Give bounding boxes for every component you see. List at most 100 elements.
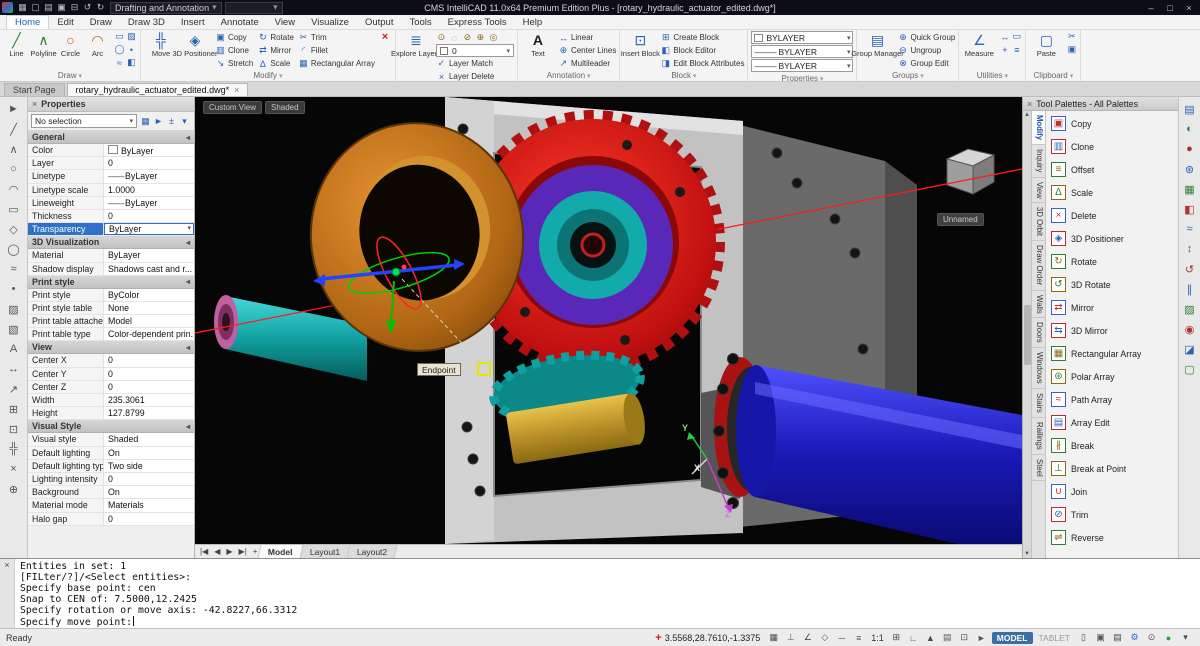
list-icon[interactable]: ≡ [1011,44,1022,55]
erase-icon[interactable]: × [5,459,23,479]
tool-palette-item[interactable]: ≈ Path Array [1046,388,1178,411]
ribbon-modify-small[interactable]: ↘ Stretch [215,57,253,70]
property-row[interactable]: Width 235.3061 [28,394,194,407]
property-row[interactable]: Lighting intensity 0 [28,473,194,486]
palette-tab[interactable]: Draw Order [1032,241,1045,290]
save-icon[interactable]: ▣ [55,2,68,14]
scroll-down-icon[interactable]: ▼ [1024,551,1030,557]
ribbon-modify-small[interactable]: ▣ Copy [215,31,253,44]
palette-tab[interactable]: Modify [1032,111,1045,145]
ribbon-modify-small[interactable]: ▥ Clone [215,44,253,57]
ribbon-tab[interactable]: Express Tools [440,16,515,29]
display-icon[interactable]: ⊙ [1143,631,1160,645]
spline-icon[interactable]: ≈ [114,57,125,68]
annotation-scale-icon[interactable]: ▲ [922,631,939,645]
group-caption-utilities[interactable]: Utilities [962,70,1022,81]
layout-tab[interactable]: Layout1 [300,545,351,558]
section-header[interactable]: Print style [28,276,194,289]
zoom-icon[interactable]: ⊕ [5,479,23,499]
section-header[interactable]: 3D Visualization [28,236,194,249]
ribbon-modify-small[interactable]: Δ Scale [257,57,294,70]
property-row[interactable]: Linetype scale 1.0000 [28,184,194,197]
scroll-up-icon[interactable]: ▲ [1024,112,1030,118]
property-row[interactable]: Visual style Shaded [28,433,194,446]
circle-icon[interactable]: ○ [5,159,23,179]
panel-menu-icon[interactable]: ▾ [178,115,191,128]
palette-tab[interactable]: Inquiry [1032,145,1045,177]
hub-cyan[interactable] [539,191,647,299]
view-control-button[interactable]: Custom View [203,101,262,114]
group-caption-modify[interactable]: Modify [144,70,392,81]
materials-icon[interactable]: ▦ [1181,179,1199,199]
property-row[interactable]: Print table type Color-dependent prin... [28,328,194,341]
block-button[interactable]: ⊞ Create Block [660,31,744,44]
redo-icon[interactable]: ↻ [94,2,107,14]
ribbon-modify-big[interactable]: ◈ 3D Positioner [178,31,212,59]
tool-palette-item[interactable]: × Delete [1046,204,1178,227]
palettes-toggle-icon[interactable]: ▤ [1109,631,1126,645]
layout-nav-button[interactable]: |◀ [197,547,211,556]
minimize-icon[interactable]: – [1142,2,1160,14]
tool-palette-item[interactable]: ⊥ Break at Point [1046,457,1178,480]
layer-isolate-icon[interactable]: ◎ [488,32,499,43]
palette-tab[interactable]: Steel [1032,455,1045,482]
layout-nav-button[interactable]: ◀ [211,547,223,556]
print-icon[interactable]: ⊟ [68,2,81,14]
rectangle-icon[interactable]: ▭ [5,199,23,219]
ucs-icon[interactable]: ∟ [905,631,922,645]
visual-styles-icon[interactable]: ◐ [1181,119,1199,139]
clean-screen-icon[interactable]: ▯ [1075,631,1092,645]
property-row[interactable]: Default lighting On [28,447,194,460]
group-caption-properties[interactable]: Properties [751,73,853,82]
model-space-button[interactable]: MODEL [992,632,1033,644]
named-views-icon[interactable]: ▤ [1181,99,1199,119]
close-tab-icon[interactable]: × [234,85,239,95]
ribbon-draw-tool[interactable]: ○ Circle [57,31,84,59]
tool-palette-item[interactable]: ↺ 3D Rotate [1046,273,1178,296]
palette-tab[interactable]: Doors [1032,318,1045,348]
measure-button[interactable]: ∠ Measure [962,31,996,59]
section-icon[interactable]: ∥ [1181,279,1199,299]
spline-icon[interactable]: ≈ [5,259,23,279]
ribbon-draw-tool[interactable]: ╱ Line [3,31,30,59]
ribbon-modify-small[interactable]: ◜ Fillet [298,44,375,57]
secondary-combo[interactable]: ▾ [225,2,283,14]
tool-palette-item[interactable]: ↻ Rotate [1046,250,1178,273]
command-history[interactable]: Entities in set: 1[FILter/?]/<Select ent… [15,559,1200,628]
tool-palette-item[interactable]: ⊘ Trim [1046,503,1178,526]
group-caption-clipboard[interactable]: Clipboard [1029,70,1077,81]
current-layer-combo[interactable]: 0 ▾ [436,44,514,57]
tool-palette-item[interactable]: ⇌ Reverse [1046,526,1178,549]
ellipse-icon[interactable]: ◯ [114,44,125,55]
erase-icon[interactable]: × [378,31,392,43]
camera-icon[interactable]: ◧ [1181,199,1199,219]
ribbon-tab[interactable]: View [267,16,303,29]
ribbon-tab[interactable]: Edit [49,16,81,29]
ribbon-tab[interactable]: Visualize [303,16,357,29]
bylayer-combo[interactable]: BYLAYER ▾ [751,45,853,58]
point-icon[interactable]: • [5,279,23,299]
bylayer-combo[interactable]: BYLAYER ▾ [751,31,853,44]
select-icon[interactable]: ► [5,99,23,119]
drawing-canvas[interactable]: Custom View Shaded Unnamed Endpoint Y X … [195,97,1022,544]
orbit-icon[interactable]: ↺ [1181,259,1199,279]
layer-off-icon[interactable]: ◌ [449,32,460,43]
tab-start-page[interactable]: Start Page [4,83,65,96]
property-row[interactable]: Lineweight ByLayer [28,197,194,210]
ribbon-tab[interactable]: Tools [401,16,439,29]
hatch-icon[interactable]: ▨ [5,299,23,319]
ribbon-tab[interactable]: Insert [173,16,213,29]
rectangle-icon[interactable]: ▭ [114,31,125,42]
shadows-icon[interactable]: ◪ [1181,339,1199,359]
motion-path-icon[interactable]: ≈ [1181,219,1199,239]
undo-icon[interactable]: ↺ [81,2,94,14]
property-row[interactable]: Center Z 0 [28,381,194,394]
view-cube-label[interactable]: Unnamed [937,213,984,226]
tool-palette-item[interactable]: ◈ 3D Positioner [1046,227,1178,250]
select-objects-icon[interactable]: ► [152,115,165,128]
render-icon[interactable]: ● [1181,139,1199,159]
palette-scrollbar[interactable]: ▲ ▼ [1023,111,1032,558]
ribbon-draw-tool[interactable]: ◠ Arc [84,31,111,59]
ortho-icon[interactable]: ⊥ [782,631,799,645]
status-ok-icon[interactable]: ● [1160,631,1177,645]
